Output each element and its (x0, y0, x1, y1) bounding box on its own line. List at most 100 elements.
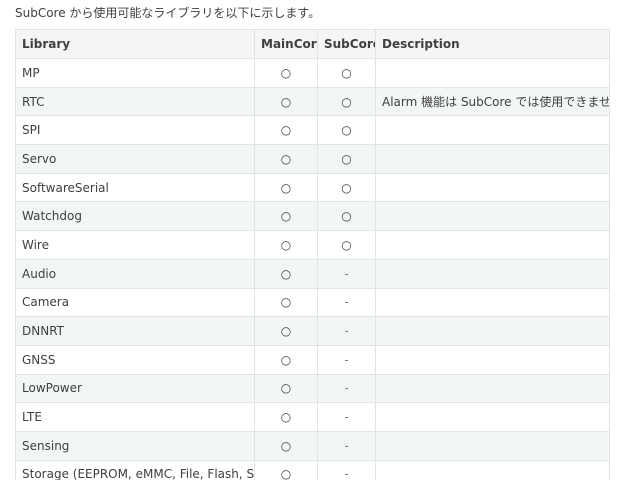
cell-description (375, 287, 610, 318)
header-subcore: SubCore (317, 29, 376, 59)
cell-maincore: ○ (254, 287, 318, 318)
cell-description (375, 115, 610, 146)
cell-maincore: ○ (254, 201, 318, 232)
table-row: LowPower ○ - (15, 373, 610, 404)
cell-description (375, 144, 610, 174)
cell-library: Camera (15, 287, 255, 318)
cell-library: Sensing (15, 430, 255, 461)
supported-mark: ○ (341, 94, 352, 109)
table-row: DNNRT ○ - (15, 316, 610, 346)
cell-maincore: ○ (254, 373, 318, 404)
unsupported-mark: - (344, 352, 349, 367)
cell-subcore: - (317, 287, 376, 318)
cell-subcore: - (317, 402, 376, 432)
supported-mark: ○ (280, 295, 292, 310)
supported-mark: ○ (280, 352, 292, 367)
cell-maincore: ○ (254, 86, 318, 117)
cell-subcore: ○ (317, 115, 376, 146)
cell-library: LTE (15, 402, 255, 432)
cell-maincore: ○ (254, 459, 318, 480)
cell-subcore: ○ (317, 86, 376, 117)
table-row: LTE ○ - (15, 402, 610, 432)
cell-subcore: ○ (317, 144, 376, 174)
supported-mark: ○ (280, 123, 292, 138)
supported-mark: ○ (341, 65, 352, 80)
cell-description (375, 230, 610, 260)
supported-mark: ○ (280, 237, 292, 252)
unsupported-mark: - (344, 295, 349, 310)
table-row: Servo ○ ○ (15, 144, 610, 174)
supported-mark: ○ (341, 237, 352, 252)
supported-mark: ○ (280, 381, 292, 396)
supported-mark: ○ (341, 123, 352, 138)
header-maincore: MainCore (254, 29, 318, 59)
supported-mark: ○ (280, 324, 292, 339)
cell-subcore: - (317, 344, 376, 375)
supported-mark: ○ (280, 180, 292, 195)
table-row: Audio ○ - (15, 258, 610, 289)
supported-mark: ○ (341, 209, 352, 224)
cell-subcore: - (317, 258, 376, 289)
supported-mark: ○ (280, 410, 292, 425)
cell-description (375, 344, 610, 375)
cell-library: SPI (15, 115, 255, 146)
unsupported-mark: - (344, 324, 349, 339)
table-row: Storage (EEPROM, eMMC, File, Flash, SDHC… (15, 459, 610, 480)
cell-maincore: ○ (254, 430, 318, 461)
cell-description (375, 402, 610, 432)
cell-maincore: ○ (254, 115, 318, 146)
cell-description (375, 373, 610, 404)
cell-maincore: ○ (254, 316, 318, 346)
table-row: Wire ○ ○ (15, 230, 610, 260)
supported-mark: ○ (280, 94, 292, 109)
table-row: SoftwareSerial ○ ○ (15, 172, 610, 203)
cell-description (375, 430, 610, 461)
table-row: RTC ○ ○ Alarm 機能は SubCore では使用できません。 (15, 86, 610, 117)
cell-maincore: ○ (254, 58, 318, 88)
cell-description (375, 459, 610, 480)
cell-library: Wire (15, 230, 255, 260)
table-row: Camera ○ - (15, 287, 610, 318)
supported-mark: ○ (280, 438, 292, 453)
cell-subcore: - (317, 459, 376, 480)
cell-description (375, 316, 610, 346)
table-row: Watchdog ○ ○ (15, 201, 610, 232)
cell-description (375, 58, 610, 88)
cell-library: LowPower (15, 373, 255, 404)
cell-library: Watchdog (15, 201, 255, 232)
unsupported-mark: - (344, 438, 349, 453)
library-table: Library MainCore SubCore Description MP ○… (15, 29, 610, 480)
unsupported-mark: - (344, 266, 349, 281)
unsupported-mark: - (344, 381, 349, 396)
table-row: Sensing ○ - (15, 430, 610, 461)
cell-library: GNSS (15, 344, 255, 375)
header-library: Library (15, 29, 255, 59)
cell-library: SoftwareSerial (15, 172, 255, 203)
table-header-row: Library MainCore SubCore Description (15, 29, 610, 59)
cell-subcore: - (317, 373, 376, 404)
supported-mark: ○ (280, 65, 292, 80)
cell-subcore: ○ (317, 201, 376, 232)
supported-mark: ○ (280, 467, 292, 480)
cell-library: MP (15, 58, 255, 88)
cell-library: Storage (EEPROM, eMMC, File, Flash, SDHC… (15, 459, 255, 480)
cell-maincore: ○ (254, 344, 318, 375)
unsupported-mark: - (344, 467, 349, 480)
cell-description (375, 201, 610, 232)
supported-mark: ○ (280, 266, 292, 281)
header-description: Description (375, 29, 610, 59)
supported-mark: ○ (341, 180, 352, 195)
cell-maincore: ○ (254, 230, 318, 260)
cell-description: Alarm 機能は SubCore では使用できません。 (375, 86, 610, 117)
cell-subcore: - (317, 430, 376, 461)
unsupported-mark: - (344, 410, 349, 425)
table-row: SPI ○ ○ (15, 115, 610, 146)
cell-maincore: ○ (254, 172, 318, 203)
supported-mark: ○ (280, 209, 292, 224)
cell-subcore: ○ (317, 172, 376, 203)
supported-mark: ○ (341, 151, 352, 166)
intro-text: SubCore から使用可能なライブラリを以下に示します。 (15, 6, 321, 20)
cell-subcore: ○ (317, 230, 376, 260)
cell-maincore: ○ (254, 258, 318, 289)
cell-description (375, 172, 610, 203)
